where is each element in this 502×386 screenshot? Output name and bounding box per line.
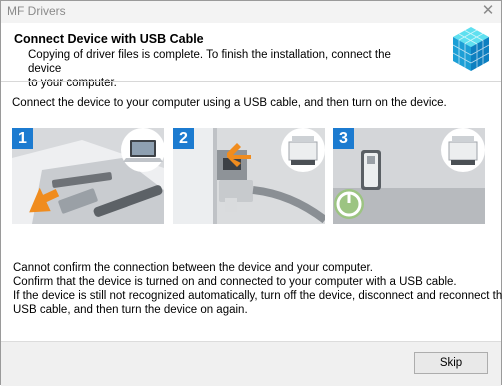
instruction-text: Connect the device to your computer usin… xyxy=(12,97,447,109)
printer-usb-port-icon xyxy=(173,128,325,224)
installer-window: MF Drivers ✕ Connect Device with USB Cab… xyxy=(0,0,502,386)
step-number-badge: 1 xyxy=(12,128,33,149)
message-line: Confirm that the device is turned on and… xyxy=(13,276,457,288)
package-cubes-icon xyxy=(452,27,490,71)
status-message: Cannot confirm the connection between th… xyxy=(13,261,502,317)
page-subtitle: Copying of driver files is complete. To … xyxy=(28,48,418,90)
message-line: If the device is still not recognized au… xyxy=(13,290,502,302)
step-3-illustration: 3 xyxy=(333,128,485,224)
window-title: MF Drivers xyxy=(7,4,66,18)
subtitle-line: Copying of driver files is complete. To … xyxy=(28,49,391,75)
page-title: Connect Device with USB Cable xyxy=(14,32,204,46)
close-icon[interactable]: ✕ xyxy=(479,2,497,20)
step-number-badge: 2 xyxy=(173,128,194,149)
laptop-usb-port-icon xyxy=(12,128,164,224)
message-line: Cannot confirm the connection between th… xyxy=(13,262,373,274)
message-line: USB cable, and then turn the device on a… xyxy=(13,304,248,316)
step-2-illustration: 2 xyxy=(173,128,325,224)
header-divider xyxy=(1,81,501,82)
header-banner: Connect Device with USB Cable Copying of… xyxy=(1,23,501,89)
step-number-badge: 3 xyxy=(333,128,354,149)
step-1-illustration: 1 xyxy=(12,128,164,224)
title-bar[interactable]: MF Drivers ✕ xyxy=(1,1,501,23)
skip-button[interactable]: Skip xyxy=(414,352,488,374)
printer-power-button-icon xyxy=(333,128,485,224)
subtitle-line: to your computer. xyxy=(28,77,117,89)
footer-bar: Skip xyxy=(1,341,501,386)
